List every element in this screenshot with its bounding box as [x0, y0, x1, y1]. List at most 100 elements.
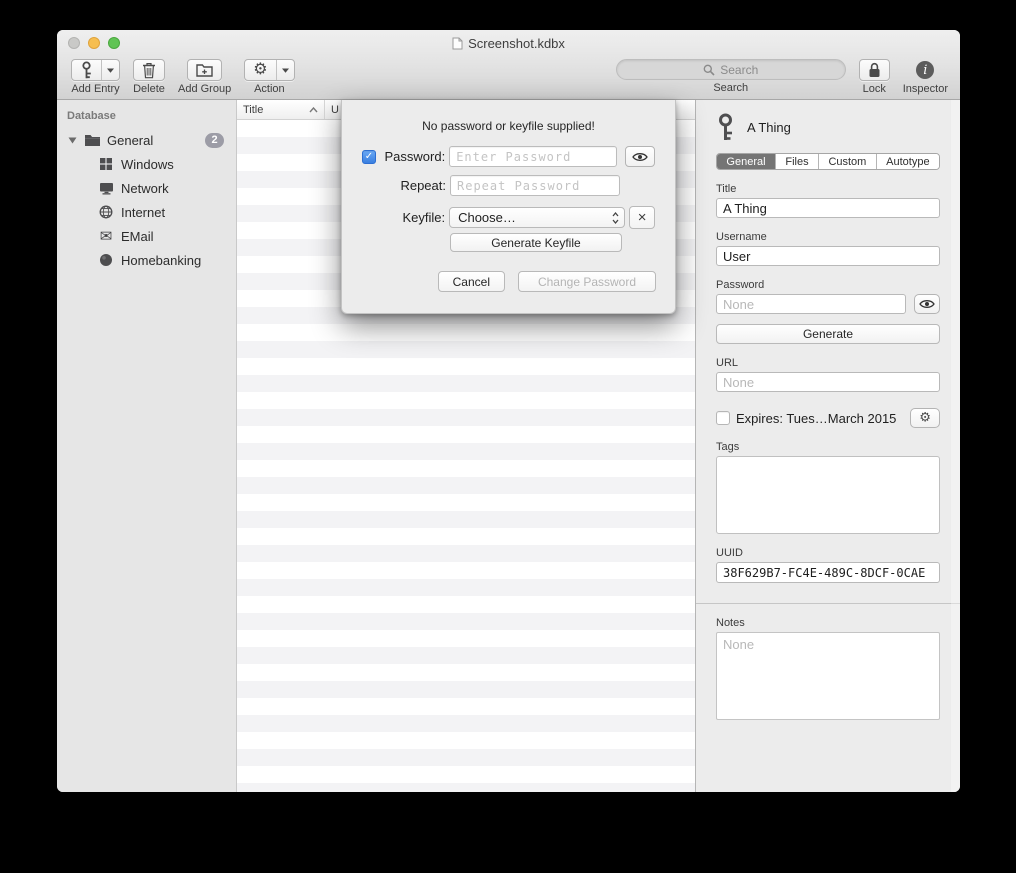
- dialog-password-input[interactable]: [449, 146, 617, 167]
- sidebar-item-label: Internet: [121, 205, 165, 220]
- sidebar-item-general[interactable]: General 2: [57, 128, 236, 152]
- username-input[interactable]: [716, 246, 940, 266]
- title-label: Title: [716, 183, 940, 195]
- sidebar: Database General 2 Windows: [57, 100, 237, 792]
- toolbar-item-inspector: Inspector: [903, 59, 948, 95]
- change-password-button[interactable]: Change Password: [518, 271, 656, 292]
- lock-label: Lock: [863, 83, 886, 95]
- password-input[interactable]: [716, 294, 906, 314]
- sidebar-item-internet[interactable]: Internet: [57, 200, 236, 224]
- app-window: Screenshot.kdbx Add Entry: [57, 30, 960, 792]
- tags-field[interactable]: [716, 456, 940, 534]
- chevron-down-icon: [107, 68, 114, 73]
- password-checkbox[interactable]: [362, 150, 376, 164]
- url-label: URL: [716, 357, 940, 369]
- entry-title: A Thing: [747, 120, 791, 135]
- tab-files[interactable]: Files: [775, 154, 818, 169]
- dialog-password-label: Password:: [380, 149, 445, 164]
- generate-keyfile-button[interactable]: Generate Keyfile: [450, 233, 622, 252]
- popup-chevrons-icon: [611, 211, 620, 225]
- sidebar-item-homebanking[interactable]: Homebanking: [57, 248, 236, 272]
- tab-general[interactable]: General: [717, 154, 775, 169]
- tab-custom[interactable]: Custom: [818, 154, 876, 169]
- dialog-keyfile-label: Keyfile:: [362, 210, 445, 225]
- sidebar-item-windows[interactable]: Windows: [57, 152, 236, 176]
- dialog-message: No password or keyfile supplied!: [342, 119, 675, 133]
- disclosure-triangle-icon[interactable]: [67, 137, 77, 144]
- action-dropdown[interactable]: [276, 60, 294, 80]
- title-input[interactable]: [716, 198, 940, 218]
- homebanking-icon: [97, 253, 115, 267]
- inspector-panel: A Thing General Files Custom Autotype Ti…: [695, 100, 960, 792]
- add-entry-button[interactable]: [72, 60, 101, 80]
- lock-button[interactable]: [860, 60, 889, 80]
- notes-input[interactable]: [716, 632, 940, 720]
- toolbar-item-search: Search Search: [616, 59, 846, 94]
- trash-icon: [142, 62, 156, 79]
- toolbar-item-action: Action: [244, 59, 294, 95]
- tags-label: Tags: [716, 441, 940, 453]
- sidebar-header: Database: [57, 108, 236, 128]
- inspector-tabs: General Files Custom Autotype: [716, 153, 940, 170]
- chevron-down-icon: [282, 68, 289, 73]
- toolbar: Add Entry Delete Add Group: [57, 57, 960, 100]
- search-icon: [703, 64, 715, 76]
- password-label: Password: [716, 279, 940, 291]
- inspector-toggle-button[interactable]: [916, 59, 934, 81]
- expires-checkbox[interactable]: [716, 411, 730, 425]
- cancel-button[interactable]: Cancel: [438, 271, 505, 292]
- column-header-title[interactable]: Title: [237, 100, 325, 119]
- sort-ascending-icon: [309, 107, 318, 113]
- sidebar-item-label: Homebanking: [121, 253, 201, 268]
- keyfile-popup[interactable]: Choose…: [449, 207, 625, 228]
- delete-label: Delete: [133, 83, 165, 95]
- tab-autotype[interactable]: Autotype: [876, 154, 939, 169]
- keyfile-popup-value: Choose…: [458, 210, 611, 225]
- add-group-button[interactable]: [188, 60, 221, 80]
- expires-row: Expires: Tues…March 2015: [716, 408, 940, 428]
- delete-button[interactable]: [134, 60, 164, 80]
- dialog-repeat-input[interactable]: [450, 175, 620, 196]
- dialog-repeat-label: Repeat:: [362, 178, 446, 193]
- toolbar-item-lock: Lock: [859, 59, 890, 95]
- section-divider: [696, 603, 960, 604]
- uuid-label: UUID: [716, 547, 940, 559]
- document-proxy-icon: [452, 37, 463, 50]
- eye-icon: [632, 152, 648, 162]
- email-icon: [97, 229, 115, 244]
- generate-password-button[interactable]: Generate: [716, 324, 940, 344]
- window-title: Screenshot.kdbx: [468, 36, 565, 51]
- action-button[interactable]: [245, 60, 275, 80]
- sidebar-item-label: General: [107, 133, 153, 148]
- url-input[interactable]: [716, 372, 940, 392]
- folder-plus-icon: [196, 63, 213, 77]
- reveal-password-button[interactable]: [914, 294, 940, 314]
- sidebar-item-network[interactable]: Network: [57, 176, 236, 200]
- add-entry-dropdown[interactable]: [101, 60, 119, 80]
- toolbar-item-delete: Delete: [133, 59, 165, 95]
- sidebar-item-email[interactable]: EMail: [57, 224, 236, 248]
- expires-settings-button[interactable]: [910, 408, 940, 428]
- expires-label: Expires: Tues…March 2015: [736, 411, 896, 426]
- uuid-input[interactable]: [716, 562, 940, 583]
- window-chrome: Screenshot.kdbx Add Entry: [57, 30, 960, 100]
- inspector-header: A Thing: [696, 100, 960, 141]
- titlebar[interactable]: Screenshot.kdbx: [57, 30, 960, 57]
- inspector-scrollbar[interactable]: [951, 100, 960, 792]
- search-placeholder: Search: [720, 63, 758, 77]
- search-label: Search: [713, 82, 748, 94]
- toolbar-item-add-group: Add Group: [178, 59, 231, 95]
- username-label: Username: [716, 231, 940, 243]
- gear-icon: [919, 411, 931, 424]
- folder-icon: [83, 134, 101, 147]
- search-input[interactable]: Search: [616, 59, 846, 80]
- toolbar-item-add-entry: Add Entry: [71, 59, 120, 95]
- show-password-button[interactable]: [625, 146, 655, 167]
- lock-icon: [868, 62, 881, 78]
- sidebar-item-label: Windows: [121, 157, 174, 172]
- action-label: Action: [254, 83, 285, 95]
- clear-keyfile-button[interactable]: [629, 206, 655, 229]
- key-icon: [80, 61, 93, 79]
- gear-icon: [253, 62, 267, 78]
- eye-icon: [919, 299, 935, 309]
